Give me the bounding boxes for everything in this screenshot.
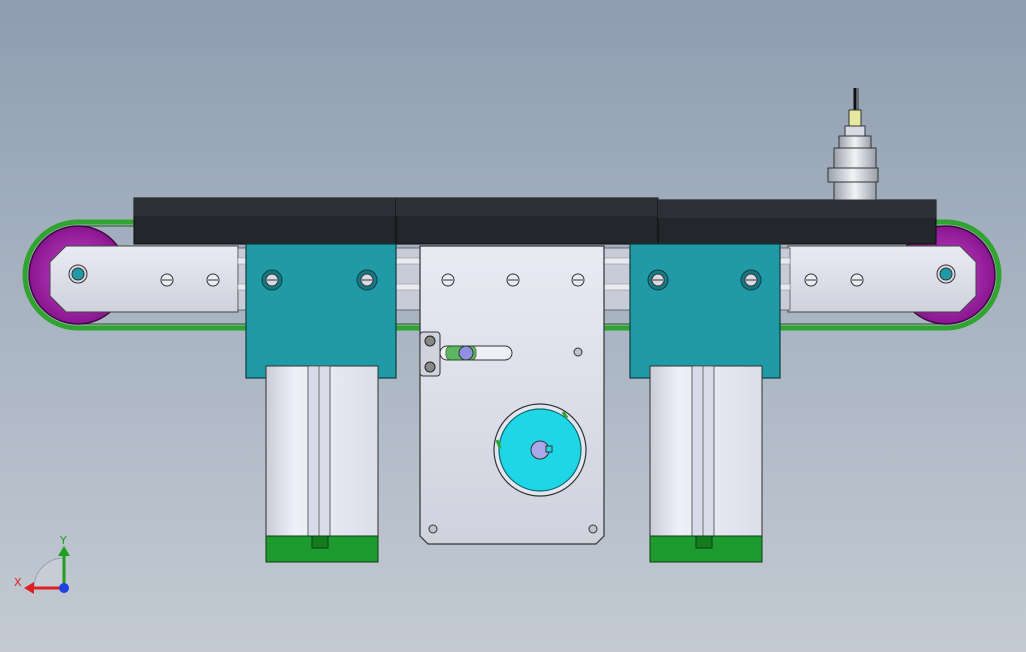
proximity-sensor [827,88,879,201]
right-motor [649,365,763,563]
center-mounting-plate [419,245,605,545]
x-axis-arrow [24,582,34,594]
y-axis-label: Y [59,534,67,547]
right-motor-bracket [629,243,781,379]
spindle-disk [493,403,587,497]
conveyor-model[interactable]: Y X [0,0,1026,652]
x-axis-label: X [14,576,22,589]
coordinate-triad[interactable]: Y X [14,534,70,594]
left-motor [265,365,379,563]
top-plate [133,197,937,245]
cad-viewport[interactable]: Y X [0,0,1026,652]
left-motor-bracket [245,243,397,379]
y-axis-arrow [58,546,70,556]
z-axis-dot [59,583,69,593]
